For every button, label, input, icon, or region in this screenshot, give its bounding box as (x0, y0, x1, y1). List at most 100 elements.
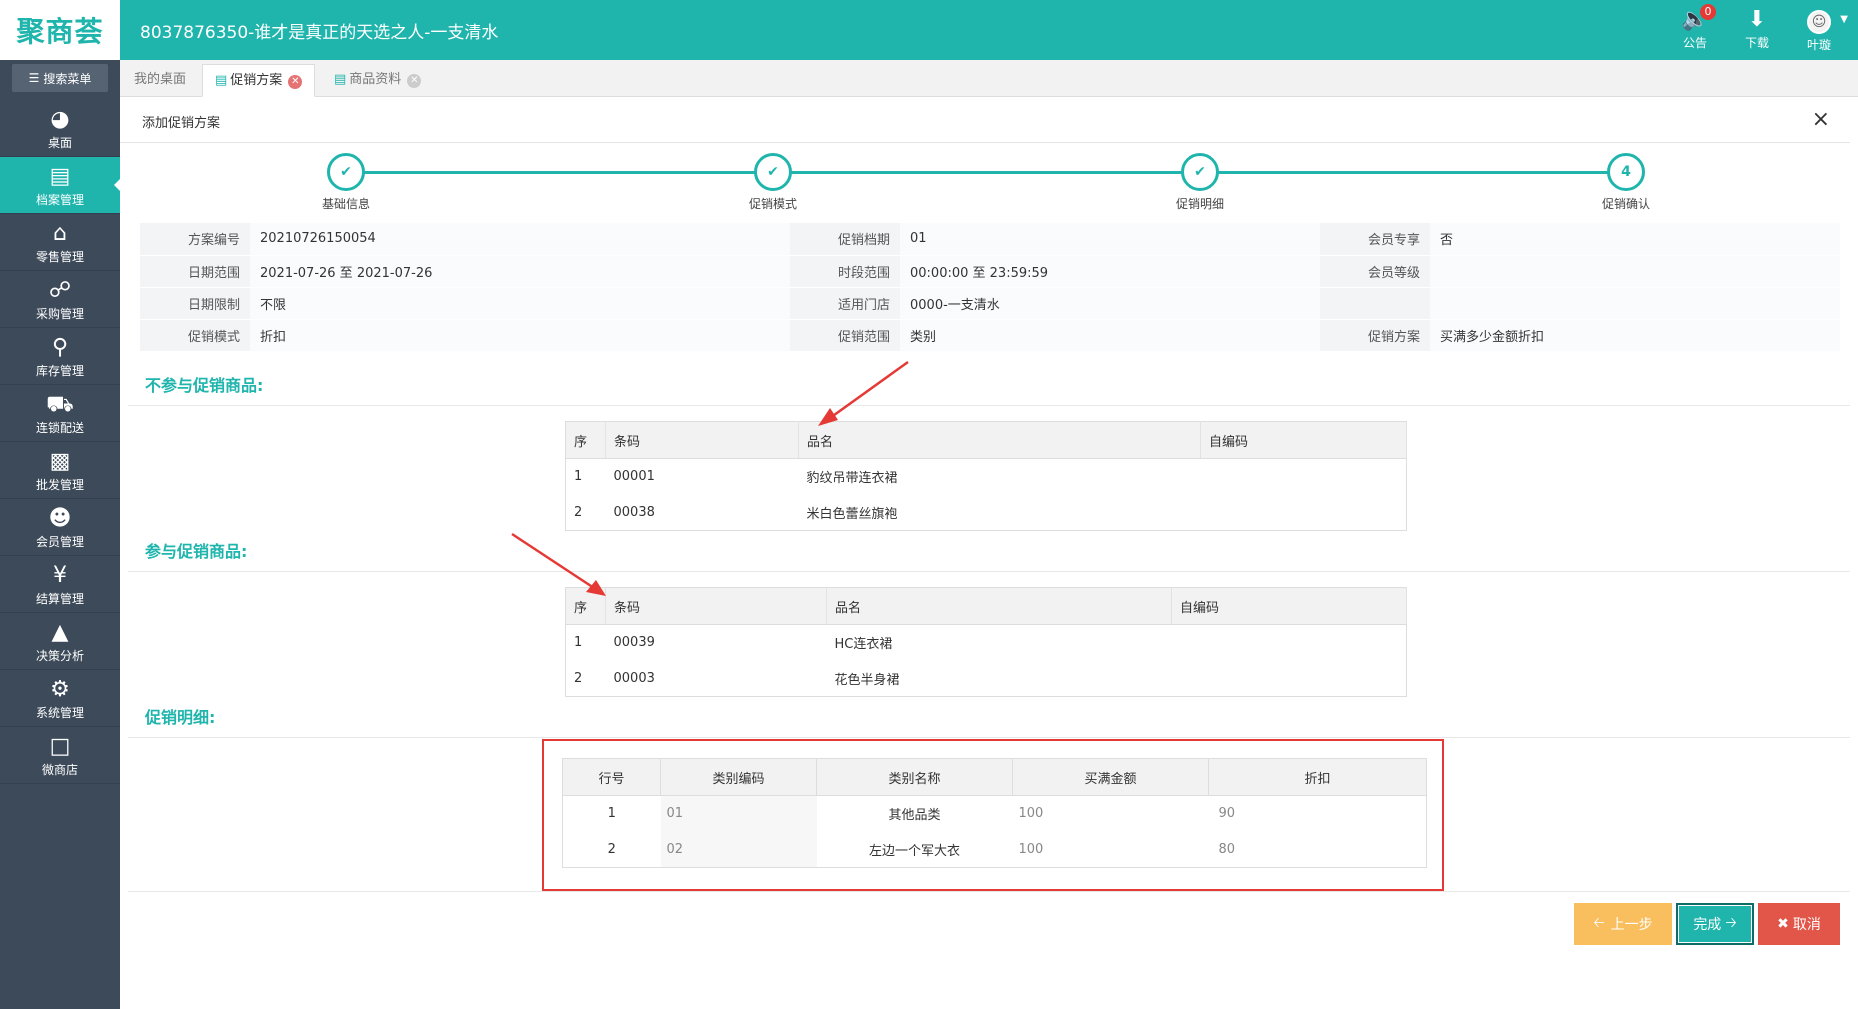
step-label: 促销确认 (1601, 197, 1650, 211)
info-value (1430, 287, 1840, 320)
document-icon: ▤ (334, 72, 347, 87)
sidebar-item-inventory[interactable]: ⚲ 库存管理 (0, 328, 120, 385)
table-cell: HC连衣裙 (834, 637, 893, 653)
tab-product-info[interactable]: ▤ 商品资料 ✕ (322, 64, 433, 97)
discount-input[interactable]: 90 (1208, 795, 1427, 832)
app-logo: 聚商荟 (0, 0, 120, 60)
sidebar-item-analysis[interactable]: ▲ 决策分析 (0, 613, 120, 670)
info-value (1430, 255, 1840, 288)
sidebar-item-member[interactable]: ☻ 会员管理 (0, 499, 120, 556)
table-cell (1172, 625, 1407, 661)
inventory-search-icon: ⚲ (51, 335, 69, 360)
info-key (1320, 287, 1430, 320)
member-icon: ☻ (48, 506, 72, 531)
table-cell: 2 (574, 670, 583, 686)
sidebar-item-label: 零售管理 (35, 250, 84, 264)
table-cell: 2 (574, 504, 583, 520)
info-value: 不限 (250, 287, 790, 320)
sidebar-item-distribution[interactable]: ⛟ 连锁配送 (0, 385, 120, 442)
chart-icon: ▲ (51, 620, 69, 645)
sidebar-item-archives[interactable]: ▤ 档案管理 (0, 157, 120, 214)
sidebar-item-microstore[interactable]: □ 微商店 (0, 727, 120, 784)
check-icon: ✔ (327, 153, 365, 191)
sidebar-item-label: 批发管理 (35, 478, 84, 492)
category-code-input[interactable]: 02 (660, 831, 817, 868)
tab-my-desktop[interactable]: 我的桌面 (122, 64, 198, 97)
chevron-down-icon: ▼ (1840, 14, 1848, 25)
info-value: 0000-一支清水 (900, 287, 1320, 320)
excluded-section-title: 不参与促销商品: (145, 376, 264, 395)
amount-input[interactable]: 100 (1012, 795, 1209, 832)
tab-promotion-plan[interactable]: ▤ 促销方案 ✕ (202, 64, 316, 97)
sidebar-item-retail[interactable]: ⌂ 零售管理 (0, 214, 120, 271)
table-cell: 00038 (613, 504, 655, 520)
download-button[interactable]: ⬇ 下载 (1726, 6, 1788, 54)
prev-step-button[interactable]: 🡠 上一步 (1574, 903, 1672, 945)
table-row: 1 00001 豹纹吊带连衣裙 (566, 459, 1407, 495)
sidebar-item-purchase[interactable]: ☍ 采购管理 (0, 271, 120, 328)
sidebar-item-label: 档案管理 (35, 193, 84, 207)
step-promo-mode: ✔ 促销模式 (713, 153, 833, 212)
step-label: 促销明细 (1175, 197, 1224, 211)
category-code-input[interactable]: 01 (660, 795, 817, 832)
check-icon: ✔ (1181, 153, 1219, 191)
section-divider (128, 405, 1850, 406)
top-tools: 🔈 0 公告 ⬇ 下载 ☺ 叶璇 ▼ (1664, 4, 1850, 54)
discount-input[interactable]: 80 (1208, 831, 1427, 868)
column-header: 品名 (798, 421, 1201, 459)
announcement-button[interactable]: 🔈 0 公告 (1664, 4, 1726, 54)
info-key: 会员等级 (1320, 255, 1430, 288)
truck-icon: ⛟ (46, 392, 74, 417)
sidebar-item-label: 决策分析 (35, 649, 84, 663)
table-cell: 左边一个军大衣 (868, 843, 960, 859)
table-cell: 豹纹吊带连衣裙 (806, 471, 898, 487)
finish-button[interactable]: 完成 🡢 (1676, 903, 1754, 945)
table-row: 1 01 其他品类 100 90 (563, 795, 1427, 832)
sidebar-item-label: 会员管理 (35, 535, 84, 549)
tab-bar: 我的桌面 ▤ 促销方案 ✕ ▤ 商品资料 ✕ (120, 60, 1858, 97)
table-cell: 米白色蕾丝旗袍 (806, 506, 898, 522)
sidebar-item-label: 连锁配送 (35, 421, 84, 435)
info-key: 日期范围 (140, 255, 250, 288)
table-cell (1172, 661, 1407, 697)
close-tab-icon[interactable]: ✕ (407, 74, 422, 88)
info-key: 促销模式 (140, 319, 250, 352)
check-icon: ✔ (754, 153, 792, 191)
info-value: 00:00:00 至 23:59:59 (900, 255, 1320, 288)
table-cell: 2 (607, 841, 616, 857)
info-value: 否 (1430, 223, 1840, 256)
sidebar-item-desktop[interactable]: ◕ 桌面 (0, 100, 120, 157)
amount-input[interactable]: 100 (1012, 831, 1209, 868)
table-row: 2 02 左边一个军大衣 100 80 (563, 831, 1427, 868)
sidebar-item-wholesale[interactable]: ▩ 批发管理 (0, 442, 120, 499)
info-value: 买满多少金额折扣 (1430, 319, 1840, 352)
user-menu-button[interactable]: ☺ 叶璇 ▼ (1788, 6, 1850, 54)
footer-divider (128, 891, 1850, 892)
cancel-button[interactable]: ✖ 取消 (1758, 903, 1840, 945)
table-cell (1201, 495, 1407, 531)
wholesale-icon: ▩ (49, 449, 71, 474)
promotion-panel: 添加促销方案 × ✔ 基础信息 ✔ 促销模式 ✔ 促销明细 4 促销确认 方案编号 202… (120, 97, 1858, 1009)
close-icon[interactable]: × (1812, 107, 1830, 132)
step-basic-info: ✔ 基础信息 (286, 153, 406, 212)
sidebar-item-system[interactable]: ⚙ 系统管理 (0, 670, 120, 727)
yuan-icon: ¥ (53, 563, 67, 588)
details-section-title: 促销明细: (145, 708, 216, 727)
sidebar-item-settlement[interactable]: ¥ 结算管理 (0, 556, 120, 613)
info-key: 促销范围 (790, 319, 900, 352)
top-bar: 聚商荟 8037876350-谁才是真正的天选之人-一支清水 🔈 0 公告 ⬇ … (0, 0, 1858, 60)
sidebar-item-label: 结算管理 (35, 592, 84, 606)
document-icon: ▤ (215, 73, 228, 88)
table-cell: 00003 (613, 670, 655, 686)
column-header: 自编码 (1200, 421, 1407, 459)
tab-label: 促销方案 (230, 73, 283, 88)
info-key: 日期限制 (140, 287, 250, 320)
column-header: 自编码 (1171, 587, 1407, 625)
table-cell: 00001 (613, 469, 655, 485)
close-tab-icon[interactable]: ✕ (288, 75, 303, 89)
user-name: 叶璇 (1806, 38, 1831, 52)
bag-icon: □ (49, 734, 71, 759)
search-menu-button[interactable]: ☰ 搜索菜单 (12, 64, 108, 92)
sidebar-item-label: 采购管理 (35, 307, 84, 321)
arrow-right-icon: 🡢 (1725, 915, 1737, 931)
